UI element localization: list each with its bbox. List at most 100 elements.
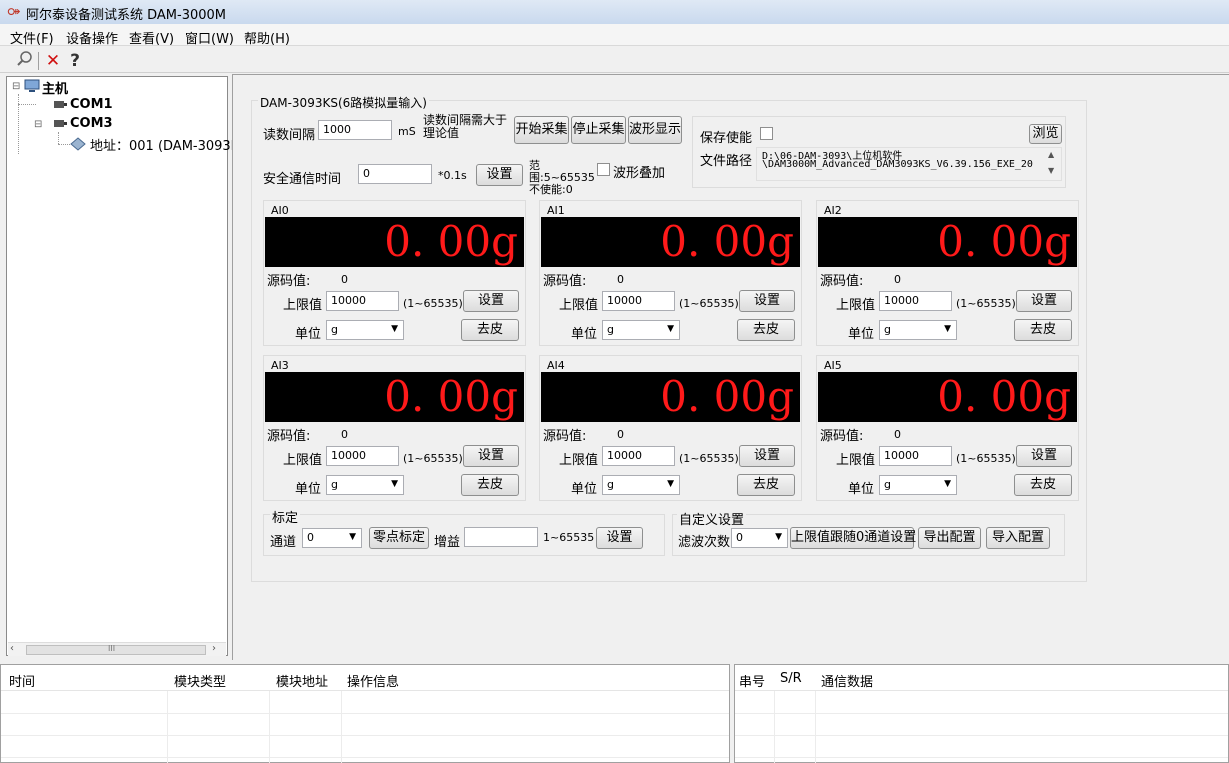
upper-limit-input[interactable]: 10000 [879, 291, 952, 311]
grid-divider [815, 691, 816, 763]
tree-node-address[interactable]: 地址：001 (DAM-3093I [90, 135, 235, 154]
channel-display: 0. 00g [265, 217, 524, 267]
chevron-down-icon: ▼ [944, 324, 951, 334]
gain-input[interactable] [464, 527, 538, 547]
scroll-up-icon[interactable]: ▲ [1048, 150, 1054, 159]
filter-count-select[interactable]: 0 ▼ [731, 528, 788, 548]
scroll-down-icon[interactable]: ▼ [1048, 166, 1054, 175]
upper-limit-label: 上限值 [283, 298, 323, 313]
browse-button[interactable]: 浏览 [1029, 124, 1062, 144]
column-time[interactable]: 时间 [9, 671, 35, 690]
tare-button[interactable]: 去皮 [1014, 474, 1072, 496]
read-interval-note: 读数间隔需大于理论值 [423, 113, 508, 140]
tree-horizontal-scrollbar[interactable] [8, 642, 226, 656]
column-comm-data[interactable]: 通信数据 [821, 671, 873, 690]
grid-divider [1, 757, 729, 758]
upper-limit-input[interactable]: 10000 [602, 291, 675, 311]
save-enable-checkbox[interactable] [760, 127, 773, 140]
chevron-down-icon: ▼ [944, 479, 951, 489]
scroll-right-icon[interactable]: › [212, 643, 216, 654]
tare-button[interactable]: 去皮 [461, 319, 519, 341]
channel-label: 通道 [270, 535, 297, 550]
gain-label: 增益 [434, 535, 461, 550]
toolbar-separator [38, 52, 39, 70]
scroll-left-icon[interactable]: ‹ [10, 643, 14, 654]
safe-time-set-button[interactable]: 设置 [476, 164, 523, 186]
tare-button[interactable]: 去皮 [461, 474, 519, 496]
chevron-down-icon: ▼ [349, 532, 356, 542]
unit-select[interactable]: g ▼ [879, 475, 957, 495]
tare-button[interactable]: 去皮 [737, 474, 795, 496]
tare-button[interactable]: 去皮 [737, 319, 795, 341]
module-icon [70, 137, 86, 151]
tree-node-com3[interactable]: COM3 [70, 116, 113, 131]
grid-divider [1, 735, 729, 736]
column-sr[interactable]: S/R [780, 671, 802, 686]
tree-expander-root[interactable]: ⊟ [12, 81, 20, 92]
upper-limit-label: 上限值 [283, 453, 323, 468]
grid-divider [269, 691, 270, 763]
unit-select[interactable]: g ▼ [602, 320, 680, 340]
menu-help[interactable]: 帮助(H) [244, 28, 290, 47]
upper-limit-range: (1~65535) [403, 452, 463, 465]
upper-limit-set-button[interactable]: 设置 [1016, 290, 1072, 312]
column-serial[interactable]: 串号 [739, 671, 765, 690]
unit-select[interactable]: g ▼ [602, 475, 680, 495]
menu-device-operation[interactable]: 设备操作 [66, 28, 118, 47]
upper-limit-set-button[interactable]: 设置 [463, 445, 519, 467]
tree-node-com1[interactable]: COM1 [70, 97, 113, 112]
safe-time-input[interactable]: 0 [358, 164, 432, 184]
start-acquisition-button[interactable]: 开始采集 [514, 116, 569, 144]
raw-value: 0 [341, 273, 348, 286]
tree-expander-com3[interactable]: ⊟ [34, 119, 42, 130]
unit-label: 单位 [848, 327, 875, 342]
read-interval-input[interactable]: 1000 [318, 120, 392, 140]
column-operation-info[interactable]: 操作信息 [347, 671, 399, 690]
unit-select[interactable]: g ▼ [326, 475, 404, 495]
app-logo-icon: ⚩ [7, 3, 21, 21]
upper-limit-input[interactable]: 10000 [879, 446, 952, 466]
tare-button[interactable]: 去皮 [1014, 319, 1072, 341]
menu-view[interactable]: 查看(V) [129, 28, 174, 47]
column-module-type[interactable]: 模块类型 [174, 671, 226, 690]
upper-limit-range: (1~65535) [403, 297, 463, 310]
upper-limit-input[interactable]: 10000 [326, 291, 399, 311]
upper-limit-input[interactable]: 10000 [602, 446, 675, 466]
channel-select[interactable]: 0 ▼ [302, 528, 362, 548]
import-config-button[interactable]: 导入配置 [986, 527, 1050, 549]
wave-overlay-checkbox[interactable] [597, 163, 610, 176]
close-icon[interactable]: ✕ [42, 50, 64, 72]
upper-limit-set-button[interactable]: 设置 [739, 290, 795, 312]
channel-name: AI5 [824, 359, 842, 372]
menu-window[interactable]: 窗口(W) [185, 28, 234, 47]
unit-select-value: g [331, 478, 338, 491]
scrollbar-thumb[interactable] [26, 645, 206, 655]
raw-value: 0 [341, 428, 348, 441]
chevron-down-icon: ▼ [667, 479, 674, 489]
raw-value-label: 源码值: [820, 274, 864, 289]
menu-file[interactable]: 文件(F) [10, 28, 54, 47]
stop-acquisition-button[interactable]: 停止采集 [571, 116, 626, 144]
upper-limit-set-button[interactable]: 设置 [463, 290, 519, 312]
upper-limit-set-button[interactable]: 设置 [739, 445, 795, 467]
unit-select-value: g [884, 478, 891, 491]
waveform-display-button[interactable]: 波形显示 [628, 116, 682, 144]
raw-value: 0 [617, 428, 624, 441]
help-icon[interactable]: ? [64, 50, 86, 72]
tree-node-host[interactable]: 主机 [42, 78, 68, 97]
upper-limit-input[interactable]: 10000 [326, 446, 399, 466]
port-icon [52, 118, 68, 130]
unit-label: 单位 [848, 482, 875, 497]
grid-divider [1, 713, 729, 714]
column-module-address[interactable]: 模块地址 [276, 671, 328, 690]
gain-set-button[interactable]: 设置 [596, 527, 643, 549]
unit-select[interactable]: g ▼ [326, 320, 404, 340]
channel-name: AI3 [271, 359, 289, 372]
unit-label: 单位 [295, 482, 322, 497]
zero-calibration-button[interactable]: 零点标定 [369, 527, 429, 549]
export-config-button[interactable]: 导出配置 [918, 527, 981, 549]
upper-limit-set-button[interactable]: 设置 [1016, 445, 1072, 467]
search-icon[interactable] [14, 50, 36, 72]
unit-select[interactable]: g ▼ [879, 320, 957, 340]
follow-channel0-button[interactable]: 上限值跟随0通道设置 [790, 527, 916, 549]
